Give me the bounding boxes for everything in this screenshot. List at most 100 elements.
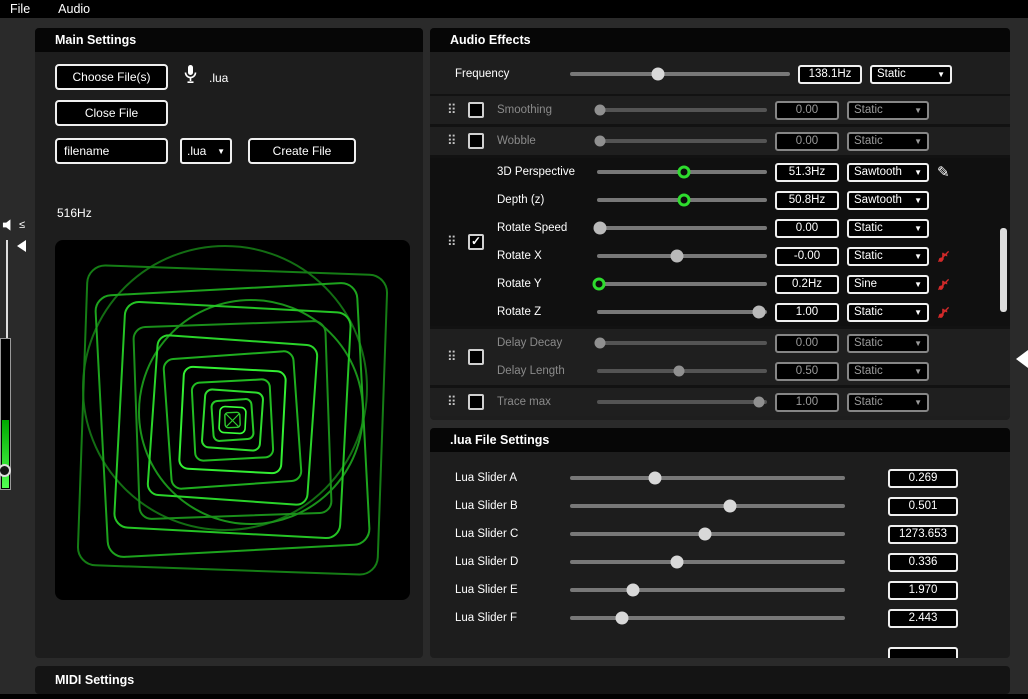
lua-value-box[interactable]: 0.269: [888, 469, 958, 488]
effect-slider[interactable]: [597, 394, 767, 410]
volume-thumb[interactable]: [0, 464, 11, 477]
lua-value-box[interactable]: [888, 647, 958, 659]
slider-thumb[interactable]: [652, 68, 665, 81]
effect-checkbox[interactable]: [468, 349, 484, 365]
effect-slider[interactable]: [597, 102, 767, 118]
effect-value-box[interactable]: 50.8Hz: [775, 191, 839, 210]
slider-thumb[interactable]: [671, 556, 684, 569]
slider-thumb[interactable]: [595, 338, 606, 349]
effect-value-box[interactable]: 0.00: [775, 219, 839, 238]
effect-mode-dropdown[interactable]: Static ▼: [847, 132, 929, 151]
frequency-value-box[interactable]: 138.1Hz: [798, 65, 862, 84]
effect-value-box[interactable]: 0.00: [775, 334, 839, 353]
drag-handle-icon[interactable]: ⠿: [447, 394, 459, 410]
close-file-button[interactable]: Close File: [55, 100, 168, 126]
effect-value-box[interactable]: 0.00: [775, 101, 839, 120]
frequency-slider[interactable]: [570, 66, 790, 82]
effect-mode-dropdown[interactable]: Static ▼: [847, 303, 929, 322]
chevron-down-icon: ▼: [914, 224, 922, 233]
slider-track: [597, 226, 767, 230]
microphone-icon[interactable]: [183, 64, 198, 85]
slider-thumb[interactable]: [723, 500, 736, 513]
volume-level-meter[interactable]: [0, 338, 11, 490]
lua-value-box[interactable]: 0.336: [888, 553, 958, 572]
slider-thumb[interactable]: [595, 105, 606, 116]
effect-value-box[interactable]: 0.00: [775, 132, 839, 151]
slider-thumb[interactable]: [594, 222, 607, 235]
midi-learn-icon[interactable]: [937, 306, 955, 319]
lua-slider[interactable]: [570, 554, 845, 570]
slider-thumb[interactable]: [592, 278, 605, 291]
lua-slider[interactable]: [570, 498, 845, 514]
effect-value-box[interactable]: 1.00: [775, 393, 839, 412]
effect-slider[interactable]: [597, 304, 767, 320]
lua-value-box[interactable]: 1.970: [888, 581, 958, 600]
effect-mode-dropdown[interactable]: Static ▼: [847, 334, 929, 353]
midi-settings-panel[interactable]: MIDI Settings: [35, 666, 1010, 694]
effect-slider[interactable]: [597, 248, 767, 264]
drag-handle-icon[interactable]: ⠿: [447, 349, 459, 365]
slider-thumb[interactable]: [677, 166, 690, 179]
effect-mode-dropdown[interactable]: Sawtooth ▼: [847, 191, 929, 210]
drag-handle-icon[interactable]: ⠿: [447, 133, 459, 149]
lua-slider[interactable]: [570, 610, 845, 626]
slider-thumb[interactable]: [649, 472, 662, 485]
effect-slider[interactable]: [597, 192, 767, 208]
effect-mode-dropdown[interactable]: Static ▼: [847, 393, 929, 412]
slider-thumb[interactable]: [616, 612, 629, 625]
effect-mode-dropdown[interactable]: Sawtooth ▼: [847, 163, 929, 182]
slider-thumb[interactable]: [670, 250, 683, 263]
lua-value-box[interactable]: 0.501: [888, 497, 958, 516]
lua-value-box[interactable]: 1273.653: [888, 525, 958, 544]
panel-collapse-arrow[interactable]: [1016, 350, 1028, 368]
drag-handle-icon[interactable]: ⠿: [447, 102, 459, 118]
midi-learn-icon[interactable]: [937, 250, 955, 263]
effect-checkbox[interactable]: [468, 133, 484, 149]
effect-mode-dropdown[interactable]: Static ▼: [847, 247, 929, 266]
lua-slider[interactable]: [570, 470, 845, 486]
effect-slider[interactable]: [597, 164, 767, 180]
slider-thumb[interactable]: [753, 397, 764, 408]
effect-value-box[interactable]: 1.00: [775, 303, 839, 322]
effect-slider[interactable]: [597, 335, 767, 351]
lua-slider[interactable]: [570, 526, 845, 542]
effect-slider[interactable]: [597, 363, 767, 379]
effect-checkbox[interactable]: [468, 394, 484, 410]
choose-files-button[interactable]: Choose File(s): [55, 64, 168, 90]
edit-pencil-icon[interactable]: ✎: [937, 163, 950, 181]
drag-handle-icon[interactable]: ⠿: [447, 234, 459, 250]
volume-slider-track[interactable]: [6, 240, 8, 338]
effect-slider[interactable]: [597, 276, 767, 292]
slider-thumb[interactable]: [677, 194, 690, 207]
effect-value-box[interactable]: 0.50: [775, 362, 839, 381]
slider-thumb[interactable]: [673, 366, 684, 377]
effect-value-box[interactable]: 51.3Hz: [775, 163, 839, 182]
slider-thumb[interactable]: [595, 136, 606, 147]
volume-pointer-icon: [17, 240, 26, 252]
menu-file[interactable]: File: [10, 2, 30, 16]
slider-thumb[interactable]: [698, 528, 711, 541]
lua-value-box[interactable]: 2.443: [888, 609, 958, 628]
effect-value-box[interactable]: 0.2Hz: [775, 275, 839, 294]
extension-dropdown[interactable]: .lua ▼: [180, 138, 232, 164]
frequency-mode-dropdown[interactable]: Static ▼: [870, 65, 952, 84]
create-file-button[interactable]: Create File: [248, 138, 356, 164]
effect-mode-dropdown[interactable]: Static ▼: [847, 362, 929, 381]
effect-checkbox[interactable]: [468, 102, 484, 118]
effect-mode-dropdown[interactable]: Static ▼: [847, 101, 929, 120]
midi-learn-icon[interactable]: [937, 278, 955, 291]
effect-mode-dropdown[interactable]: Sine ▼: [847, 275, 929, 294]
effect-value-box[interactable]: -0.00: [775, 247, 839, 266]
scrollbar-thumb[interactable]: [1000, 228, 1007, 312]
effect-mode-dropdown[interactable]: Static ▼: [847, 219, 929, 238]
lua-slider[interactable]: [570, 582, 845, 598]
filename-input[interactable]: [55, 138, 168, 164]
lua-slider-row: Lua Slider A 0.269: [430, 464, 1010, 492]
effect-slider[interactable]: [597, 133, 767, 149]
slider-thumb[interactable]: [627, 584, 640, 597]
effect-checkbox[interactable]: [468, 234, 484, 250]
slider-thumb[interactable]: [752, 306, 765, 319]
effect-slider[interactable]: [597, 220, 767, 236]
menu-audio[interactable]: Audio: [58, 2, 90, 16]
speaker-icon[interactable]: ≤: [2, 218, 25, 232]
